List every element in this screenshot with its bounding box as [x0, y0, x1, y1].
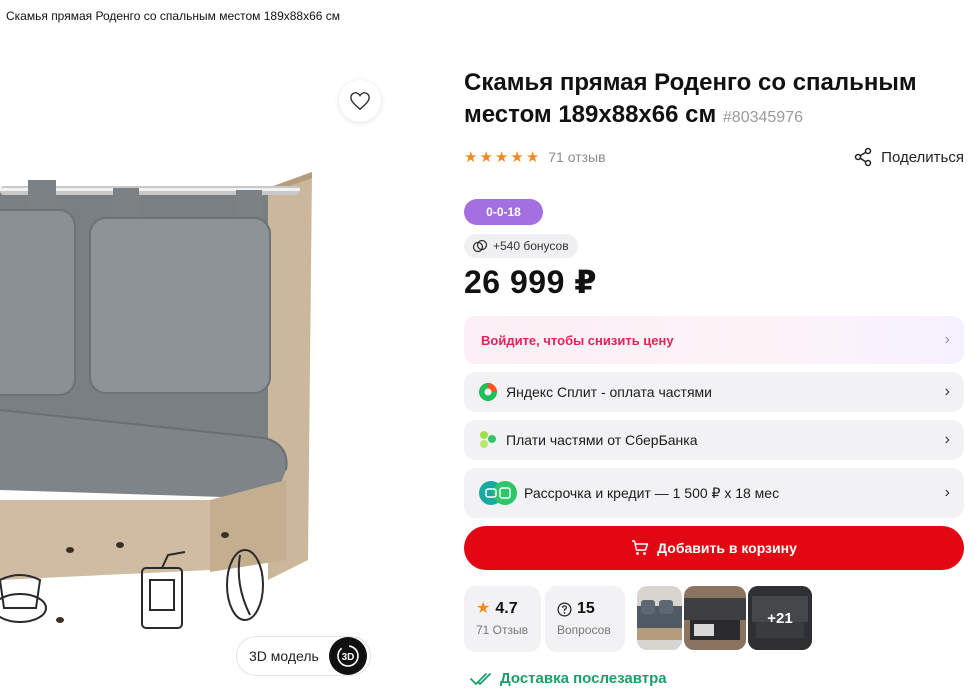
rating-tile[interactable]: ★ 4.7 71 Отзыв: [464, 586, 541, 652]
star-icon: ★: [525, 148, 540, 166]
review-photo-thumb[interactable]: [684, 586, 746, 650]
product-price: 26 999 ₽: [464, 264, 598, 300]
share-button[interactable]: Поделиться: [853, 147, 964, 167]
sber-installments-row[interactable]: Плати частями от СберБанка ›: [464, 420, 964, 460]
3d-model-button[interactable]: 3D модель 3D: [236, 636, 371, 676]
product-gallery[interactable]: 3D модель 3D: [0, 60, 440, 697]
more-photos-count: +21: [767, 609, 793, 627]
questions-value: 15: [577, 600, 595, 617]
3d-model-label: 3D модель: [249, 648, 319, 664]
yandex-split-row[interactable]: Яндекс Сплит - оплата частями ›: [464, 372, 964, 412]
bonus-icon: [472, 239, 488, 253]
heart-icon: [350, 92, 370, 111]
star-icon: ★: [510, 148, 524, 166]
questions-tile[interactable]: 15 Вопросов: [545, 586, 625, 652]
star-icon: ★: [476, 600, 491, 617]
review-photo-thumb[interactable]: [637, 586, 682, 650]
breadcrumb-title: Скамья прямая Роденго со спальным местом…: [6, 9, 341, 23]
yandex-split-label: Яндекс Сплит - оплата частями: [506, 384, 712, 400]
credit-label: Рассрочка и кредит — 1 500 ₽ x 18 мес: [524, 484, 780, 501]
more-photos-button[interactable]: +21: [748, 586, 812, 650]
add-to-cart-label: Добавить в корзину: [657, 540, 797, 556]
check-icon: [470, 672, 491, 685]
rating-count: 71 Отзыв: [476, 623, 529, 637]
reviews-link[interactable]: 71 отзыв: [548, 149, 605, 165]
bonus-text: +540 бонусов: [493, 239, 569, 253]
age-badge[interactable]: 0-0-18: [464, 199, 543, 225]
yandex-split-icon: [479, 383, 497, 401]
delivery-label: Доставка послезавтра: [500, 670, 667, 687]
star-icon: ★: [479, 148, 493, 166]
add-to-cart-button[interactable]: Добавить в корзину: [464, 526, 964, 570]
product-title: Скамья прямая Роденго со спальным местом…: [464, 67, 944, 134]
product-title-text: Скамья прямая Роденго со спальным местом…: [464, 69, 917, 128]
star-icon: ★: [464, 148, 478, 166]
chevron-right-icon: ›: [944, 431, 950, 448]
sber-installments-label: Плати частями от СберБанка: [506, 432, 698, 448]
delivery-info[interactable]: Доставка послезавтра: [470, 670, 667, 687]
cart-icon: [632, 540, 649, 555]
chevron-right-icon: ›: [944, 331, 950, 348]
rating-value: 4.7: [495, 600, 518, 617]
question-icon: [557, 602, 572, 616]
credit-row[interactable]: Рассрочка и кредит — 1 500 ₽ x 18 мес ›: [464, 468, 964, 518]
bonus-badge[interactable]: +540 бонусов: [464, 234, 578, 258]
3d-icon: 3D: [328, 637, 367, 675]
svg-text:3D: 3D: [341, 652, 354, 663]
product-image[interactable]: [0, 170, 320, 640]
product-article: #80345976: [722, 109, 803, 126]
chevron-right-icon: ›: [944, 484, 950, 501]
chevron-right-icon: ›: [944, 383, 950, 400]
star-icon: ★: [494, 148, 509, 166]
review-photos: +21: [637, 586, 812, 650]
login-promo-label: Войдите, чтобы снизить цену: [481, 332, 674, 348]
sber-icon: [480, 431, 496, 448]
share-label: Поделиться: [881, 148, 964, 166]
questions-label: Вопросов: [557, 623, 611, 637]
rating-row: ★ ★ ★ ★ ★ 71 отзыв Поделиться: [464, 147, 964, 167]
credit-icon: [479, 481, 517, 505]
rating-stars: ★ ★ ★ ★ ★: [464, 150, 539, 165]
share-icon: [854, 147, 872, 167]
login-promo-banner[interactable]: Войдите, чтобы снизить цену ›: [464, 316, 964, 364]
favorite-button[interactable]: [339, 80, 381, 122]
